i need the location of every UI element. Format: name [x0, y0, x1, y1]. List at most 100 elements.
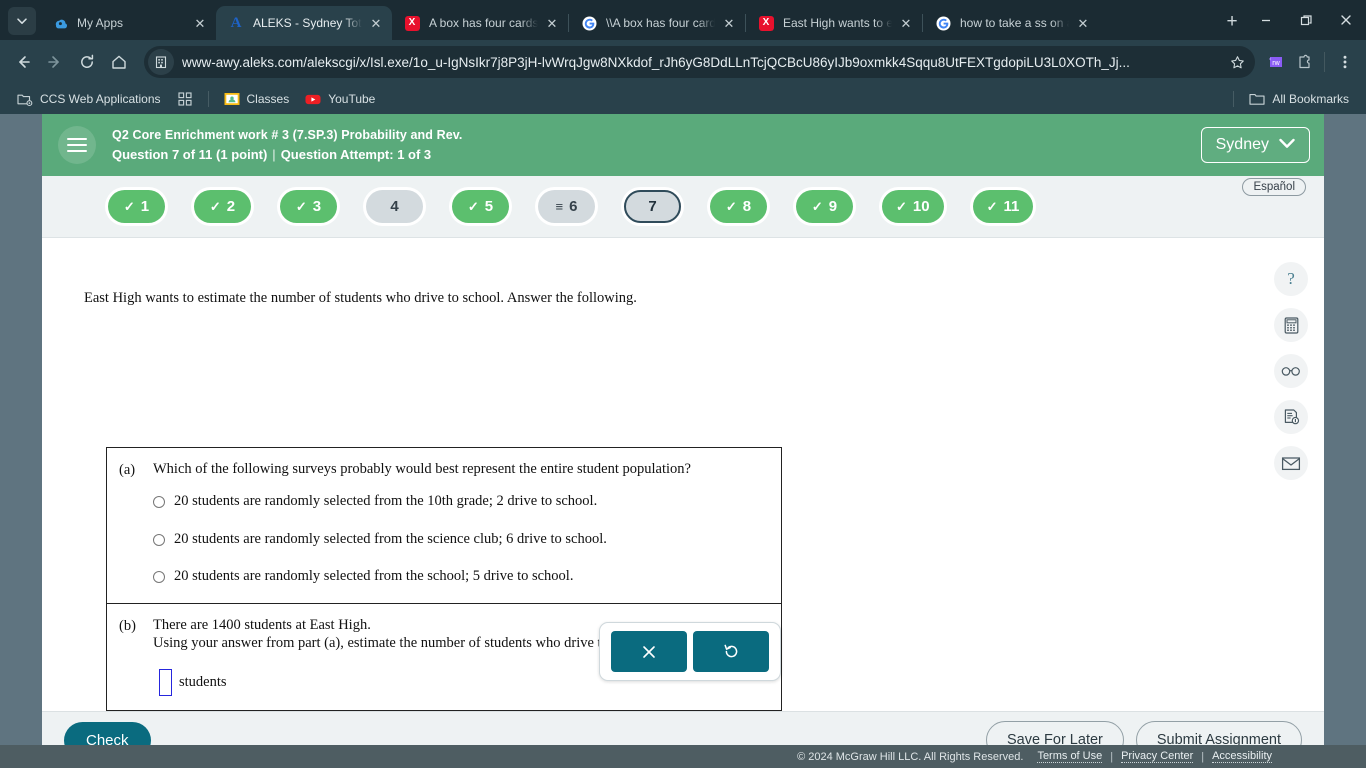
hamburger-menu-icon[interactable]	[58, 126, 96, 164]
bookmark-label: YouTube	[328, 92, 376, 106]
question-pill-3[interactable]: ✓ 3	[280, 190, 337, 223]
calculator-icon[interactable]	[1274, 308, 1308, 342]
pill-status-mark: ✓	[209, 198, 221, 214]
pill-status-mark: ✓	[896, 198, 907, 214]
close-tab-button[interactable]: ✕	[544, 15, 560, 31]
bookmark-classes[interactable]: Classes	[217, 88, 297, 110]
close-tab-button[interactable]: ✕	[1075, 15, 1091, 31]
tool-rail: ?	[1274, 262, 1308, 480]
user-name: Sydney	[1215, 136, 1269, 153]
pill-number: 1	[140, 198, 150, 215]
glasses-icon[interactable]	[1274, 354, 1308, 388]
choice-option-1[interactable]: 20 students are randomly selected from t…	[153, 492, 767, 510]
folder-icon	[1249, 91, 1265, 107]
tab-title: East High wants to est	[783, 16, 892, 30]
new-tab-button[interactable]: +	[1218, 8, 1246, 36]
user-menu-button[interactable]: Sydney	[1200, 127, 1310, 163]
site-info-icon[interactable]	[148, 49, 174, 75]
google-classroom-icon	[224, 91, 240, 107]
question-progress: Question 7 of 11 (1 point)	[112, 147, 268, 162]
question-pill-2[interactable]: ✓ 2	[194, 190, 251, 223]
bookmark-youtube[interactable]: YouTube	[298, 88, 382, 110]
rw-extension-icon[interactable]: rw	[1263, 49, 1289, 75]
browser-tab[interactable]: how to take a ss on a c ✕	[923, 6, 1099, 40]
reference-sheet-icon[interactable]	[1274, 400, 1308, 434]
page-viewport: Q2 Core Enrichment work # 3 (7.SP.3) Pro…	[0, 114, 1366, 768]
clear-answer-button[interactable]	[611, 631, 687, 672]
terms-of-use-link[interactable]: Terms of Use	[1037, 750, 1103, 763]
answer-input[interactable]	[159, 668, 172, 696]
choice-label: 20 students are randomly selected from t…	[174, 530, 607, 547]
svg-text:rw: rw	[1272, 60, 1280, 67]
radio-button[interactable]	[153, 496, 165, 509]
browser-tab[interactable]: X East High wants to est ✕	[746, 6, 922, 40]
tab-search-chevron-down-icon[interactable]	[8, 7, 36, 35]
maximize-restore-icon[interactable]	[1286, 4, 1326, 36]
answer-unit-label: students	[179, 673, 227, 690]
browser-window: My Apps ✕ A ALEKS - Sydney Tottenh ✕ X A box h…	[0, 0, 1366, 768]
minimize-button[interactable]	[1246, 4, 1286, 36]
forward-arrow-icon[interactable]	[40, 47, 70, 77]
all-bookmarks-button[interactable]: All Bookmarks	[1242, 88, 1356, 110]
pill-status-mark: ✓	[811, 198, 823, 214]
back-arrow-icon[interactable]	[8, 47, 38, 77]
radio-button[interactable]	[153, 533, 165, 546]
help-icon[interactable]: ?	[1274, 262, 1308, 296]
part-a-body: Which of the following surveys probably …	[153, 460, 767, 589]
page-footer: © 2024 McGraw Hill LLC. All Rights Reser…	[0, 745, 1366, 768]
header-text-block: Q2 Core Enrichment work # 3 (7.SP.3) Pro…	[112, 128, 462, 162]
pill-status-mark: ≡	[555, 199, 564, 214]
accessibility-link[interactable]: Accessibility	[1212, 750, 1272, 763]
pill-number: 5	[484, 198, 494, 215]
bookmark-apps-grid[interactable]	[170, 88, 200, 110]
copyright-text: © 2024 McGraw Hill LLC. All Rights Reser…	[797, 750, 1024, 763]
extensions-puzzle-icon[interactable]	[1291, 49, 1317, 75]
pill-number: 11	[1003, 198, 1020, 215]
browser-tab[interactable]: \\A box has four cards ✕	[569, 6, 745, 40]
three-dot-menu-icon[interactable]	[1332, 49, 1358, 75]
question-pill-8[interactable]: ✓ 8	[710, 190, 767, 223]
browser-tab[interactable]: X A box has four cards n ✕	[392, 6, 568, 40]
browser-tab-active[interactable]: A ALEKS - Sydney Tottenh ✕	[216, 6, 392, 40]
question-nav-bar: Español ✓ 1 ✓ 2 ✓ 3 4 ✓ 5 ≡ 6 7 ✓ 8 ✓ 9 ✓ 10 ✓ 11	[42, 176, 1324, 238]
question-pill-9[interactable]: ✓ 9	[796, 190, 853, 223]
part-a-label: (a)	[119, 462, 136, 478]
pill-number: 8	[742, 198, 752, 215]
myapps-icon	[52, 15, 68, 31]
browser-tab[interactable]: My Apps ✕	[40, 6, 216, 40]
close-window-button[interactable]	[1326, 4, 1366, 36]
tab-strip: My Apps ✕ A ALEKS - Sydney Tottenh ✕ X A box h…	[0, 0, 1366, 40]
close-tab-button[interactable]: ✕	[721, 15, 737, 31]
close-tab-button[interactable]: ✕	[368, 15, 384, 31]
choice-option-2[interactable]: 20 students are randomly selected from t…	[153, 530, 767, 548]
address-bar[interactable]: www-awy.aleks.com/alekscgi/x/Isl.exe/1o_…	[144, 46, 1255, 78]
choice-option-3[interactable]: 20 students are randomly selected from t…	[153, 567, 767, 585]
close-tab-button[interactable]: ✕	[192, 15, 208, 31]
url-text[interactable]: www-awy.aleks.com/alekscgi/x/Isl.exe/1o_…	[182, 55, 1225, 70]
bookmark-ccs-web-applications[interactable]: CCS Web Applications	[10, 88, 168, 110]
privacy-center-link[interactable]: Privacy Center	[1121, 750, 1194, 763]
pill-status-mark: ✓	[467, 198, 479, 214]
google-icon	[935, 15, 951, 31]
question-pill-1[interactable]: ✓ 1	[108, 190, 165, 223]
question-pill-4[interactable]: 4	[366, 190, 423, 223]
pill-number: 10	[912, 198, 930, 215]
email-icon[interactable]	[1274, 446, 1308, 480]
undo-button[interactable]	[693, 631, 769, 672]
tab-title: My Apps	[77, 16, 124, 30]
star-icon[interactable]	[1225, 55, 1249, 70]
reload-icon[interactable]	[72, 47, 102, 77]
pill-number: 4	[390, 198, 399, 215]
radio-button[interactable]	[153, 570, 165, 583]
espanol-button[interactable]: Español	[1242, 178, 1306, 196]
question-pill-5[interactable]: ✓ 5	[452, 190, 509, 223]
question-pill-6[interactable]: ≡ 6	[538, 190, 595, 223]
question-progress-line: Question 7 of 11 (1 point) | Question Atte…	[112, 147, 462, 162]
home-icon[interactable]	[104, 47, 134, 77]
question-pill-7[interactable]: 7	[624, 190, 681, 223]
question-pill-10[interactable]: ✓ 10	[882, 190, 944, 223]
part-a-text: Which of the following surveys probably …	[153, 461, 691, 477]
part-a-choices: 20 students are randomly selected from t…	[153, 492, 767, 585]
close-tab-button[interactable]: ✕	[898, 15, 914, 31]
question-pill-11[interactable]: ✓ 11	[972, 190, 1034, 223]
